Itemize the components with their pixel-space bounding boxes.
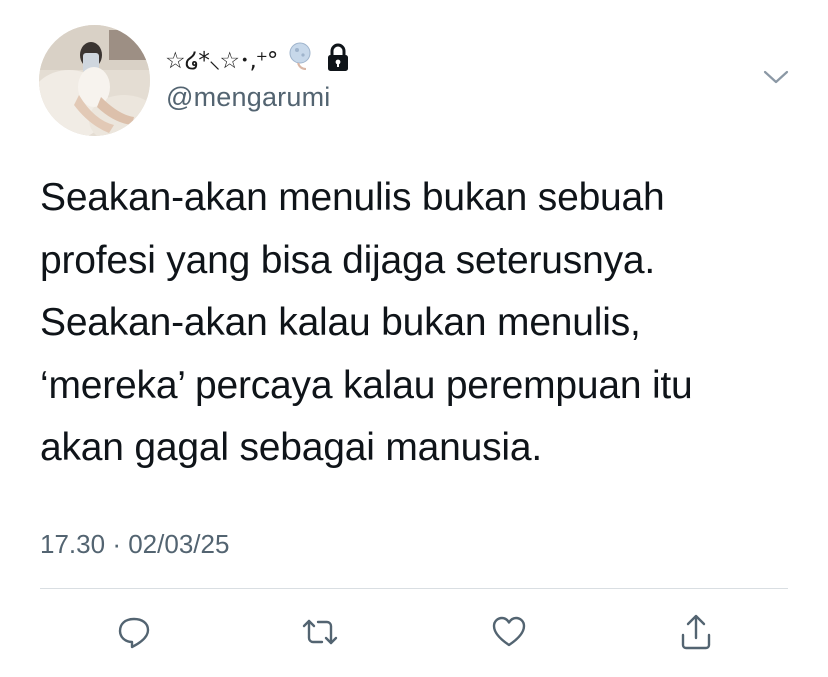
avatar[interactable] [39, 25, 150, 136]
share-button[interactable] [674, 610, 718, 654]
user-name-row: ☆໒*⸜☆･,⁺° [165, 38, 351, 78]
reply-button[interactable] [112, 610, 156, 654]
reply-icon [118, 617, 150, 649]
like-button[interactable] [487, 610, 531, 654]
tweet-line: ‘mereka’ percaya kalau perempuan itu [40, 363, 693, 407]
tweet-line: akan gagal sebagai manusia. [40, 426, 542, 469]
tweet-line: Seakan-akan kalau bukan menulis, [40, 301, 641, 344]
tweet-text: Seakan-akan menulis bukan sebuah profesi… [40, 167, 800, 480]
chevron-down-icon [763, 70, 789, 84]
tweet-line: profesi yang bisa dijaga seterusnya. [40, 238, 656, 282]
timestamp-separator: · [112, 529, 121, 559]
tweet-timestamp[interactable]: 17.30 · 02/03/25 [40, 529, 229, 560]
display-name[interactable]: ☆໒*⸜☆･,⁺° [165, 41, 278, 75]
user-handle[interactable]: @mengarumi [166, 82, 330, 113]
more-options-button[interactable] [761, 64, 791, 90]
heart-icon [492, 616, 526, 647]
avatar-photo [39, 25, 150, 136]
retweet-icon [302, 619, 338, 645]
divider [40, 588, 788, 589]
tweet-time: 17.30 [40, 529, 106, 559]
retweet-button[interactable] [298, 610, 342, 654]
lock-icon [325, 43, 351, 73]
tweet-line: Seakan-akan menulis bukan sebuah [40, 176, 665, 219]
moon-icon [287, 41, 315, 76]
share-icon [681, 614, 711, 650]
tweet-date: 02/03/25 [128, 529, 230, 559]
